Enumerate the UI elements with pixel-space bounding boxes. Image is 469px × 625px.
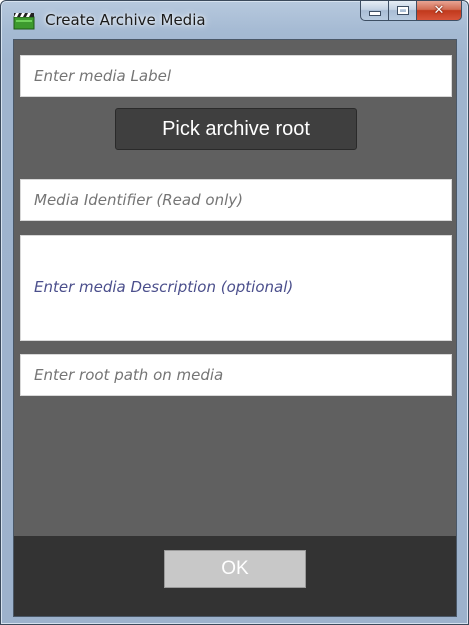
caption-buttons: ✕ — [360, 1, 462, 23]
dialog-content: Pick archive root Enter media Descriptio… — [13, 39, 457, 617]
ok-button[interactable]: OK — [164, 550, 306, 588]
close-icon: ✕ — [433, 3, 445, 18]
media-label-input[interactable] — [20, 55, 452, 97]
media-description-input[interactable]: Enter media Description (optional) — [20, 235, 452, 341]
close-button[interactable]: ✕ — [416, 1, 462, 21]
title-bar[interactable]: Create Archive Media ✕ — [1, 1, 468, 39]
maximize-icon — [396, 6, 409, 15]
pick-archive-root-button[interactable]: Pick archive root — [115, 108, 357, 150]
clapperboard-icon — [13, 12, 35, 30]
maximize-button[interactable] — [388, 1, 416, 21]
dialog-footer: OK — [14, 536, 456, 616]
dialog-window: Create Archive Media ✕ Pick archive root… — [0, 0, 469, 625]
minimize-icon — [368, 11, 381, 16]
media-description-placeholder: Enter media Description (optional) — [34, 278, 294, 296]
media-identifier-field — [20, 179, 452, 221]
minimize-button[interactable] — [360, 1, 388, 21]
window-title: Create Archive Media — [45, 11, 206, 29]
root-path-input[interactable] — [20, 354, 452, 396]
